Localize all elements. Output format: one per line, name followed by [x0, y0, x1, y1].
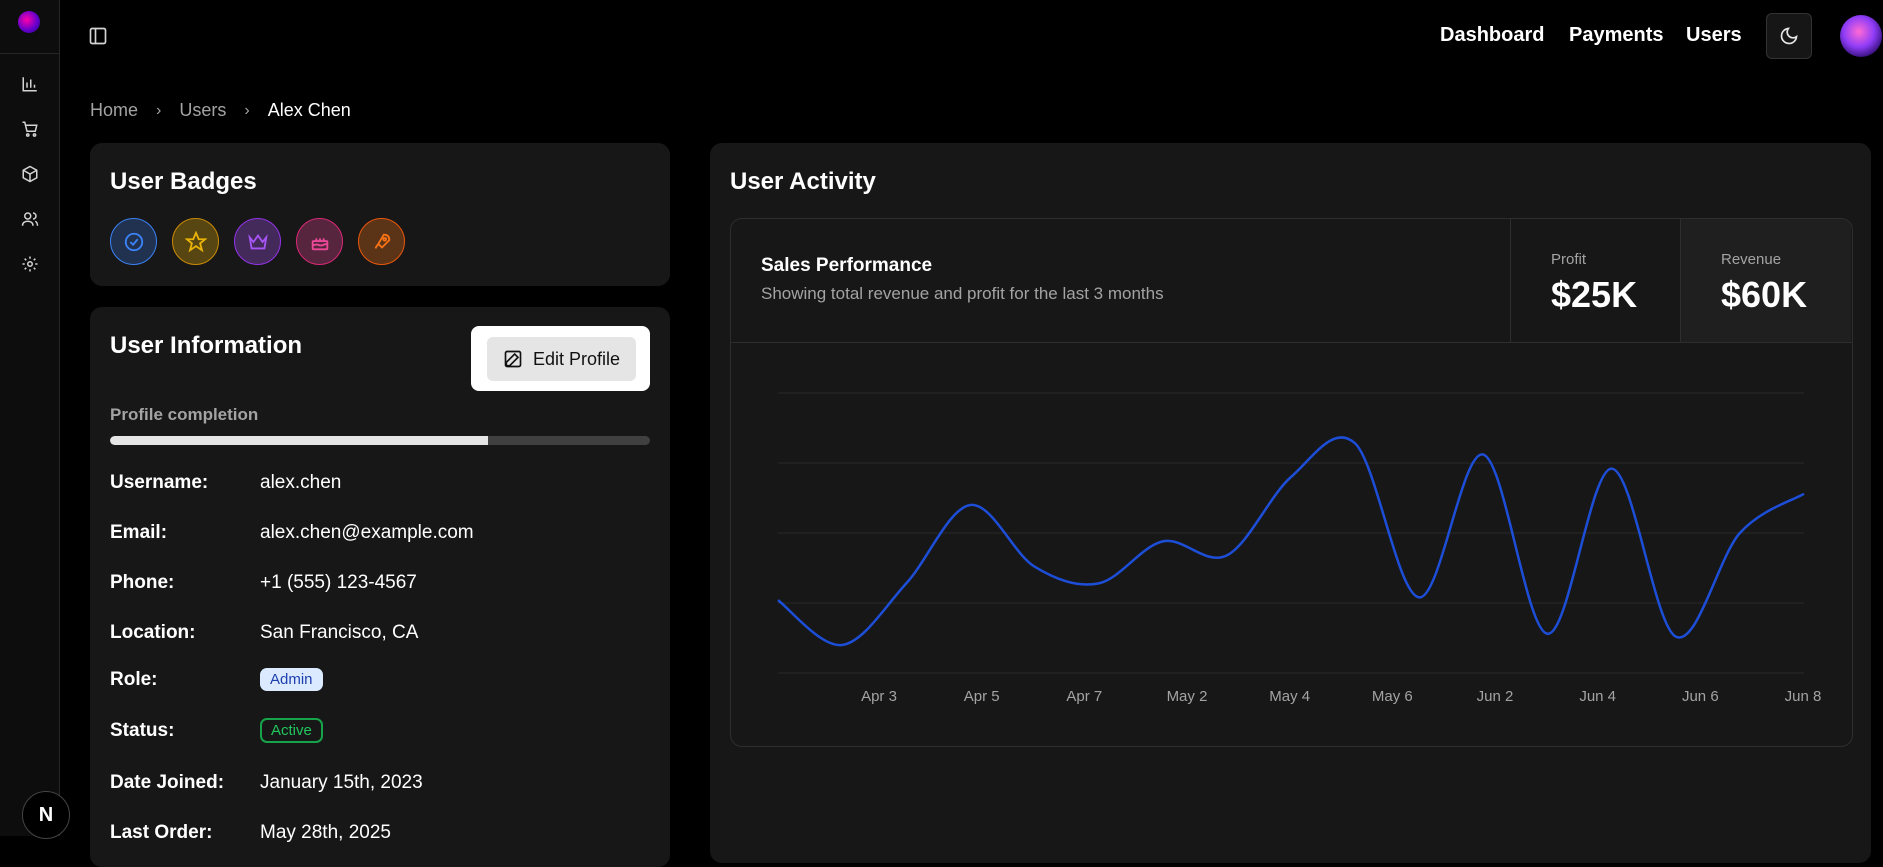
revenue-label: Revenue [1721, 251, 1782, 268]
theme-toggle-button[interactable] [1766, 13, 1812, 59]
nav-users[interactable]: Users [1686, 24, 1742, 47]
x-tick-label: May 6 [1372, 688, 1413, 705]
profit-label: Profit [1551, 251, 1587, 268]
sidebar-toggle-icon[interactable] [88, 26, 108, 46]
info-value: alex.chen [260, 472, 342, 493]
sales-performance-title: Sales Performance [761, 255, 933, 276]
line-chart: Apr 3 Apr 5 Apr 7 May 2 May 4 May 6 Jun 2 Jun 4… [777, 392, 1822, 705]
edit-profile-button[interactable]: Edit Profile [487, 337, 636, 381]
status-badge: Active [260, 718, 323, 743]
info-value: May 28th, 2025 [260, 822, 391, 843]
profile-completion-label: Profile completion [110, 405, 259, 424]
user-activity-title: User Activity [730, 168, 876, 195]
x-tick-label: Jun 2 [1477, 688, 1514, 705]
profit-stat[interactable]: Profit $25K [1510, 219, 1681, 342]
info-value: San Francisco, CA [260, 622, 419, 643]
breadcrumb-current: Alex Chen [267, 100, 351, 120]
info-key: Last Order: [110, 822, 213, 843]
sales-performance-chart: Sales Performance Showing total revenue … [730, 218, 1853, 747]
x-tick-label: Jun 4 [1579, 688, 1616, 705]
info-row-email: Email: alex.chen@example.com [110, 522, 474, 544]
star-icon[interactable] [172, 218, 219, 265]
info-key: Location: [110, 622, 196, 643]
info-row-date-joined: Date Joined: January 15th, 2023 [110, 772, 423, 794]
chevron-right-icon: › [244, 101, 250, 119]
cake-icon[interactable] [296, 218, 343, 265]
info-value[interactable]: alex.chen@example.com [260, 522, 474, 544]
sidebar [0, 0, 60, 836]
x-tick-label: Jun 6 [1682, 688, 1719, 705]
info-key: Date Joined: [110, 772, 225, 793]
verified-icon[interactable] [110, 218, 157, 265]
info-key: Role: [110, 668, 158, 690]
x-tick-label: Apr 5 [964, 688, 1000, 705]
edit-icon [504, 350, 522, 368]
chart-header: Sales Performance Showing total revenue … [731, 219, 1852, 343]
sales-performance-subtitle: Showing total revenue and profit for the… [761, 284, 1164, 303]
n-badge-icon[interactable]: N [22, 791, 70, 839]
x-tick-label: Apr 3 [861, 688, 897, 705]
brain-logo-icon[interactable] [18, 11, 40, 33]
info-row-last-order: Last Order: May 28th, 2025 [110, 822, 391, 844]
x-tick-label: Apr 7 [1066, 688, 1102, 705]
info-value: +1 (555) 123-4567 [260, 572, 417, 593]
bar-chart-icon[interactable] [20, 74, 40, 94]
info-row-username: Username: alex.chen [110, 472, 341, 494]
nav-dashboard[interactable]: Dashboard [1440, 24, 1544, 47]
users-icon[interactable] [20, 209, 40, 229]
breadcrumb-users[interactable]: Users [179, 100, 226, 121]
avatar[interactable] [1840, 15, 1882, 57]
gear-icon[interactable] [20, 254, 40, 274]
crown-icon[interactable] [234, 218, 281, 265]
series-line[interactable] [777, 436, 1805, 647]
chevron-right-icon: › [156, 101, 162, 119]
edit-profile-label: Edit Profile [532, 348, 621, 369]
nav-payments[interactable]: Payments [1569, 24, 1664, 47]
breadcrumb-home[interactable]: Home [90, 100, 138, 121]
x-tick-label: Jun 8 [1785, 688, 1822, 705]
package-icon[interactable] [20, 164, 40, 184]
profit-value: $25K [1551, 274, 1638, 315]
info-row-phone: Phone: +1 (555) 123-4567 [110, 572, 417, 594]
edit-profile-highlight: Edit Profile [471, 326, 650, 391]
moon-icon [1780, 27, 1798, 45]
role-badge: Admin [260, 668, 323, 691]
user-badges-title: User Badges [110, 168, 257, 195]
breadcrumb: Home › Users › Alex Chen [90, 100, 351, 121]
badges-list [110, 218, 405, 265]
sidebar-divider [0, 53, 59, 54]
user-information-title: User Information [110, 332, 303, 359]
info-key: Phone: [110, 572, 175, 593]
revenue-value: $60K [1721, 274, 1808, 315]
info-row-role: Role: Admin [110, 668, 323, 691]
profile-completion-bar [110, 436, 650, 445]
info-value: January 15th, 2023 [260, 772, 423, 793]
info-key: Email: [110, 522, 168, 543]
cart-icon[interactable] [20, 119, 40, 139]
x-tick-label: May 4 [1269, 688, 1310, 705]
info-key: Username: [110, 472, 209, 493]
revenue-stat[interactable]: Revenue $60K [1680, 219, 1851, 342]
rocket-icon[interactable] [358, 218, 405, 265]
info-key: Status: [110, 719, 175, 741]
info-row-status: Status: Active [110, 718, 323, 743]
x-tick-label: May 2 [1167, 688, 1208, 705]
info-row-location: Location: San Francisco, CA [110, 622, 418, 644]
profile-completion-fill [110, 436, 488, 445]
